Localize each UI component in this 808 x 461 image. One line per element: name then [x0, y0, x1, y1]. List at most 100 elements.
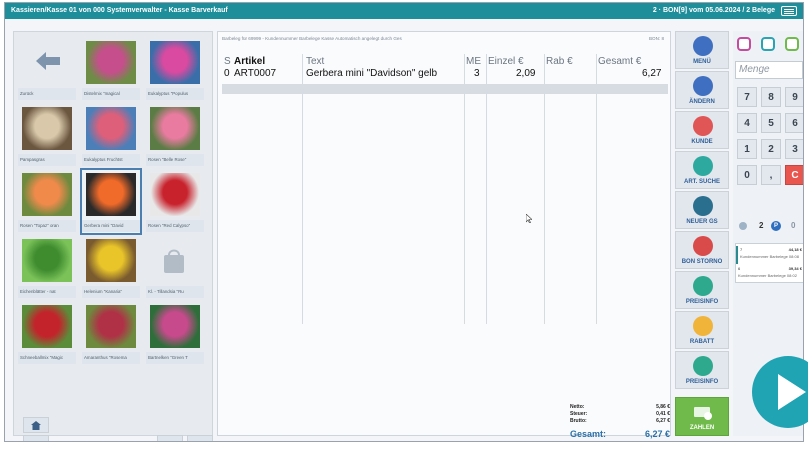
key-0[interactable]: 0	[737, 165, 757, 185]
circle-teal-icon[interactable]	[761, 37, 775, 51]
key-3[interactable]: 3	[785, 139, 803, 159]
action-button-4[interactable]: NEUER GS	[675, 191, 729, 229]
receipt-header: Barbeleg für 69999 - Kundennummer Barbel…	[222, 36, 402, 41]
back-nav-button[interactable]	[23, 435, 49, 441]
key-2[interactable]: 2	[761, 139, 781, 159]
home-button[interactable]	[23, 417, 49, 433]
quantity-input[interactable]: Menge	[735, 61, 803, 79]
product-tile[interactable]: Distelmix "magical	[82, 38, 140, 101]
circle-magenta-icon[interactable]	[737, 37, 751, 51]
counter-mid: 2	[759, 221, 764, 230]
product-tile[interactable]: Bartnelken "Green T	[146, 302, 204, 365]
list-item[interactable]: 7 44,18 € Kundennummer Barbelege 08:08	[736, 246, 803, 264]
product-tile[interactable]: Pampasgras	[18, 104, 76, 167]
product-tile[interactable]: Zurück	[18, 38, 76, 101]
dot-icon	[739, 222, 747, 230]
col-me: ME	[466, 56, 481, 67]
product-tile[interactable]: Eichenblätter - nat	[18, 236, 76, 299]
scroll-up-button[interactable]	[157, 435, 183, 441]
row-artikel: ART0007	[234, 68, 277, 79]
key-5[interactable]: 5	[761, 113, 781, 133]
tile-label: Distelmix "magical	[82, 88, 140, 100]
product-photo	[86, 305, 136, 348]
key-1[interactable]: 1	[737, 139, 757, 159]
session-status: 2 · BON[9] vom 05.06.2024 / 2 Belege	[652, 7, 775, 14]
action-icon	[693, 316, 713, 336]
netto-label: Netto:	[570, 404, 585, 410]
product-photo	[22, 107, 72, 150]
row-selection-bar[interactable]	[222, 84, 668, 94]
scroll-down-button[interactable]	[187, 435, 213, 441]
tile-label: Rosen "Belle Rose"	[146, 154, 204, 166]
action-column: MENÜ ÄNDERN KUNDE ART. SUCHE NEUER GS BON STO…	[673, 31, 731, 436]
counter-right: 0	[791, 221, 796, 230]
key-4[interactable]: 4	[737, 113, 757, 133]
col-gesamt: Gesamt €	[598, 56, 642, 67]
circle-green-icon[interactable]	[785, 37, 799, 51]
keyboard-icon[interactable]	[781, 6, 797, 16]
col-rab: Rab €	[546, 56, 573, 67]
product-tile[interactable]: Rosen "Red Calypso"	[146, 170, 204, 233]
key-6[interactable]: 6	[785, 113, 803, 133]
action-label: KUNDE	[691, 139, 713, 145]
receipt-panel: Barbeleg für 69999 - Kundennummer Barbel…	[217, 31, 671, 439]
product-photo	[86, 107, 136, 150]
row-me: 3	[474, 68, 480, 79]
gesamt-value: 6,27 €	[644, 429, 670, 439]
product-tile-panel: Zurück Distelmix "magical Eukalyptus "Popu…	[13, 31, 213, 436]
action-button-3[interactable]: ART. SUCHE	[675, 151, 729, 189]
product-photo	[86, 239, 136, 282]
home-icon	[31, 420, 41, 430]
bon-counter: 2 P 0	[733, 221, 803, 235]
product-tile[interactable]: Schneeballmix "Magic	[18, 302, 76, 365]
product-tile[interactable]: Rosen "Topaz" oran	[18, 170, 76, 233]
bon-amount: 39,34 €	[788, 266, 802, 271]
key-8[interactable]: 8	[761, 87, 781, 107]
product-tile[interactable]: Gerbera mini "David	[80, 168, 142, 235]
action-label: PREISINFO	[685, 379, 719, 385]
product-tile[interactable]: Eukalyptus "Populus	[146, 38, 204, 101]
steuer-value: 0,41 €	[656, 411, 670, 417]
cash-icon	[694, 407, 712, 420]
tile-label: Gerbera mini "David	[82, 220, 140, 232]
product-tile[interactable]: Eukalyptus Fruchtst	[82, 104, 140, 167]
product-photo	[86, 173, 136, 216]
action-label: NEUER GS	[686, 219, 718, 225]
key-7[interactable]: 7	[737, 87, 757, 107]
product-tile[interactable]: Helenium "Kanaria"	[82, 236, 140, 299]
gesamt-label: Gesamt:	[570, 429, 607, 439]
key-comma[interactable]: ,	[761, 165, 781, 185]
pay-button[interactable]: ZAHLEN	[675, 397, 729, 436]
product-photo	[150, 41, 200, 84]
brutto-value: 6,27 €	[656, 418, 670, 424]
tile-label: Eukalyptus Fruchtst	[82, 154, 140, 166]
product-tile[interactable]: Rosen "Belle Rose"	[146, 104, 204, 167]
col-s: S	[224, 56, 231, 67]
product-photo	[150, 107, 200, 150]
action-icon	[693, 76, 713, 96]
screen: Kassieren/Kasse 01 von 000 Systemverwalt…	[0, 0, 808, 461]
product-tile[interactable]: Amaranthus "Rosema	[82, 302, 140, 365]
table-row[interactable]: 0 ART0007 Gerbera mini "Davidson" gelb 3…	[222, 68, 668, 82]
action-button-0[interactable]: MENÜ	[675, 31, 729, 69]
action-button-5[interactable]: BON STORNO	[675, 231, 729, 269]
window-title: Kassieren/Kasse 01 von 000 Systemverwalt…	[11, 7, 228, 14]
col-text: Text	[306, 56, 325, 67]
product-photo	[22, 239, 72, 282]
action-button-1[interactable]: ÄNDERN	[675, 71, 729, 109]
key-c[interactable]: C	[785, 165, 803, 185]
action-button-7[interactable]: RABATT	[675, 311, 729, 349]
pay-label: ZAHLEN	[689, 425, 715, 431]
pos-window: Kassieren/Kasse 01 von 000 Systemverwalt…	[4, 2, 804, 442]
bon-id: 7	[740, 247, 743, 252]
action-button-2[interactable]: KUNDE	[675, 111, 729, 149]
action-label: PREISINFO	[685, 299, 719, 305]
action-button-8[interactable]: PREISINFO	[675, 351, 729, 389]
mouse-cursor-icon	[526, 214, 532, 223]
key-9[interactable]: 9	[785, 87, 803, 107]
action-button-6[interactable]: PREISINFO	[675, 271, 729, 309]
tile-label: Bartnelken "Green T	[146, 352, 204, 364]
product-tile[interactable]: Kl. - Tillandsia "Ru	[146, 236, 204, 299]
action-icon	[693, 36, 713, 56]
list-item[interactable]: 6 39,34 € Kundennummer Barbelege 08:02	[736, 265, 803, 283]
